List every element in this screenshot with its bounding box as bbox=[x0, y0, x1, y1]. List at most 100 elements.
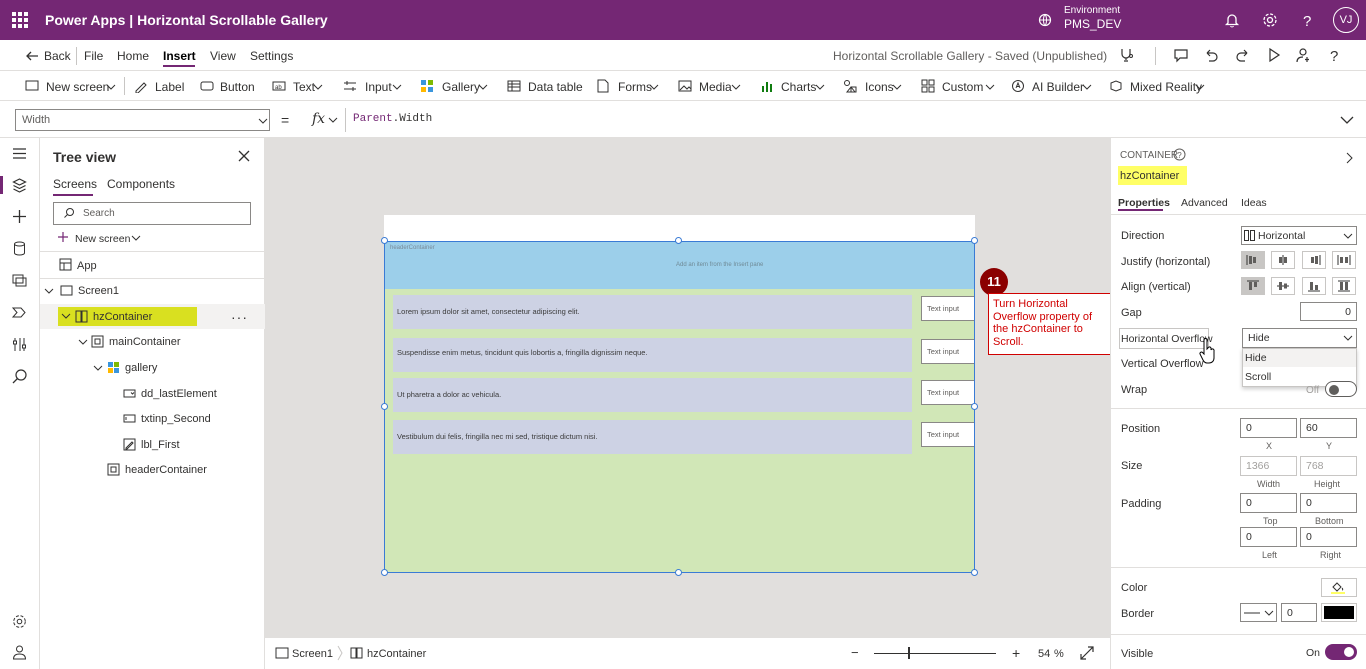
media-menu[interactable]: Media bbox=[699, 80, 732, 94]
tree-node-screen1[interactable]: Screen1 bbox=[78, 285, 119, 297]
menu-view[interactable]: View bbox=[210, 49, 236, 63]
zoom-slider-track[interactable] bbox=[874, 653, 996, 654]
settings-icon[interactable] bbox=[1261, 11, 1279, 29]
fit-to-window-icon[interactable] bbox=[1080, 646, 1094, 660]
size-height-input[interactable]: 768 bbox=[1300, 456, 1357, 476]
breadcrumb-hzcontainer[interactable]: hzContainer bbox=[367, 648, 426, 660]
breadcrumb-screen[interactable]: Screen1 bbox=[292, 648, 333, 660]
info-icon[interactable]: ? bbox=[1173, 148, 1186, 161]
gap-input[interactable]: 0 bbox=[1300, 302, 1357, 321]
tab-ideas[interactable]: Ideas bbox=[1241, 197, 1267, 209]
control-name[interactable]: hzContainer bbox=[1120, 170, 1179, 182]
chevron-down-icon[interactable] bbox=[93, 363, 103, 373]
custom-menu[interactable]: Custom bbox=[942, 80, 983, 94]
horizontal-overflow-dropdown[interactable]: Hide bbox=[1242, 328, 1357, 348]
resize-handle[interactable] bbox=[381, 569, 388, 576]
padding-left-input[interactable]: 0 bbox=[1240, 527, 1297, 547]
border-width-input[interactable]: 0 bbox=[1281, 603, 1317, 622]
close-icon[interactable] bbox=[237, 149, 251, 163]
resize-handle[interactable] bbox=[971, 569, 978, 576]
visible-toggle[interactable] bbox=[1325, 644, 1357, 660]
plus-icon[interactable] bbox=[11, 208, 28, 225]
wrap-toggle[interactable] bbox=[1325, 381, 1357, 397]
redo-icon[interactable] bbox=[1235, 47, 1251, 63]
tab-advanced[interactable]: Advanced bbox=[1181, 197, 1228, 209]
bell-icon[interactable] bbox=[1223, 11, 1241, 29]
chevron-down-icon[interactable] bbox=[78, 337, 88, 347]
tree-node-headercontainer[interactable]: headerContainer bbox=[125, 464, 207, 476]
help-icon[interactable]: ? bbox=[1327, 47, 1343, 63]
back-arrow-icon[interactable] bbox=[24, 48, 40, 64]
resize-handle[interactable] bbox=[381, 403, 388, 410]
position-y-input[interactable]: 60 bbox=[1300, 418, 1357, 438]
settings-icon[interactable] bbox=[11, 613, 28, 630]
formula-input[interactable]: Parent.Width bbox=[353, 113, 432, 125]
menu-insert[interactable]: Insert bbox=[163, 49, 196, 63]
power-automate-icon[interactable] bbox=[11, 304, 28, 321]
padding-right-input[interactable]: 0 bbox=[1300, 527, 1357, 547]
help-icon[interactable]: ? bbox=[1299, 11, 1317, 29]
chevron-down-icon[interactable] bbox=[1338, 111, 1356, 129]
tab-properties[interactable]: Properties bbox=[1118, 197, 1170, 209]
charts-menu[interactable]: Charts bbox=[781, 80, 816, 94]
chevron-down-icon[interactable] bbox=[44, 286, 54, 296]
zoom-out-button[interactable]: − bbox=[851, 645, 859, 660]
search-icon[interactable] bbox=[11, 368, 28, 385]
database-icon[interactable] bbox=[11, 240, 28, 257]
size-width-input[interactable]: 1366 bbox=[1240, 456, 1297, 476]
border-color-picker[interactable] bbox=[1321, 603, 1357, 622]
direction-dropdown[interactable]: Horizontal bbox=[1241, 226, 1357, 245]
menu-home[interactable]: Home bbox=[117, 49, 149, 63]
media-icon[interactable] bbox=[11, 272, 28, 289]
resize-handle[interactable] bbox=[971, 403, 978, 410]
variables-icon[interactable] bbox=[11, 336, 28, 353]
tree-node-gallery[interactable]: gallery bbox=[125, 362, 157, 374]
padding-top-input[interactable]: 0 bbox=[1240, 493, 1297, 513]
tree-node-maincontainer[interactable]: mainContainer bbox=[109, 336, 181, 348]
fx-button[interactable]: fx bbox=[304, 108, 346, 132]
share-user-icon[interactable] bbox=[1296, 47, 1312, 63]
back-button[interactable]: Back bbox=[44, 49, 71, 63]
environment-value[interactable]: PMS_DEV bbox=[1064, 17, 1121, 31]
overflow-option-scroll[interactable]: Scroll bbox=[1245, 371, 1271, 383]
tree-node-lbl-first[interactable]: lbl_First bbox=[141, 439, 180, 451]
label-button[interactable]: Label bbox=[155, 80, 184, 94]
waffle-icon[interactable] bbox=[12, 12, 28, 28]
tree-node-txtinp-second[interactable]: txtinp_Second bbox=[141, 413, 211, 425]
data-table-button[interactable]: Data table bbox=[528, 80, 583, 94]
mixed-reality-menu[interactable]: Mixed Reality bbox=[1130, 80, 1202, 94]
overflow-option-hide[interactable]: Hide bbox=[1245, 352, 1267, 364]
menu-settings[interactable]: Settings bbox=[250, 49, 293, 63]
position-x-input[interactable]: 0 bbox=[1240, 418, 1297, 438]
tree-node-app[interactable]: App bbox=[77, 260, 97, 272]
layers-icon[interactable] bbox=[11, 177, 28, 194]
zoom-slider-thumb[interactable] bbox=[908, 647, 910, 659]
new-screen-button[interactable]: New screen bbox=[75, 233, 130, 245]
property-dropdown[interactable]: Width bbox=[15, 109, 270, 131]
ai-builder-menu[interactable]: AI Builder bbox=[1032, 80, 1084, 94]
undo-icon[interactable] bbox=[1203, 47, 1219, 63]
virtual-agent-icon[interactable] bbox=[11, 644, 28, 661]
tree-node-hzcontainer[interactable]: hzContainer bbox=[93, 311, 152, 323]
tab-screens[interactable]: Screens bbox=[53, 177, 97, 191]
menu-file[interactable]: File bbox=[84, 49, 103, 63]
gallery-menu[interactable]: Gallery bbox=[442, 80, 480, 94]
comment-icon[interactable] bbox=[1173, 47, 1189, 63]
tree-node-dd-lastelement[interactable]: dd_lastElement bbox=[141, 388, 217, 400]
chevron-right-icon[interactable] bbox=[1343, 152, 1355, 164]
resize-handle[interactable] bbox=[675, 237, 682, 244]
new-screen-button[interactable]: New screen bbox=[46, 80, 109, 94]
app-checker-icon[interactable] bbox=[1118, 47, 1134, 63]
hamburger-icon[interactable] bbox=[11, 145, 28, 162]
avatar[interactable]: VJ bbox=[1333, 7, 1359, 33]
chevron-down-icon[interactable] bbox=[61, 311, 71, 321]
tab-components[interactable]: Components bbox=[107, 177, 175, 191]
zoom-in-button[interactable]: + bbox=[1012, 645, 1020, 661]
more-options-button[interactable]: ··· bbox=[231, 309, 248, 325]
resize-handle[interactable] bbox=[675, 569, 682, 576]
button-button[interactable]: Button bbox=[220, 80, 255, 94]
resize-handle[interactable] bbox=[381, 237, 388, 244]
resize-handle[interactable] bbox=[971, 237, 978, 244]
play-icon[interactable] bbox=[1266, 47, 1282, 63]
padding-bottom-input[interactable]: 0 bbox=[1300, 493, 1357, 513]
